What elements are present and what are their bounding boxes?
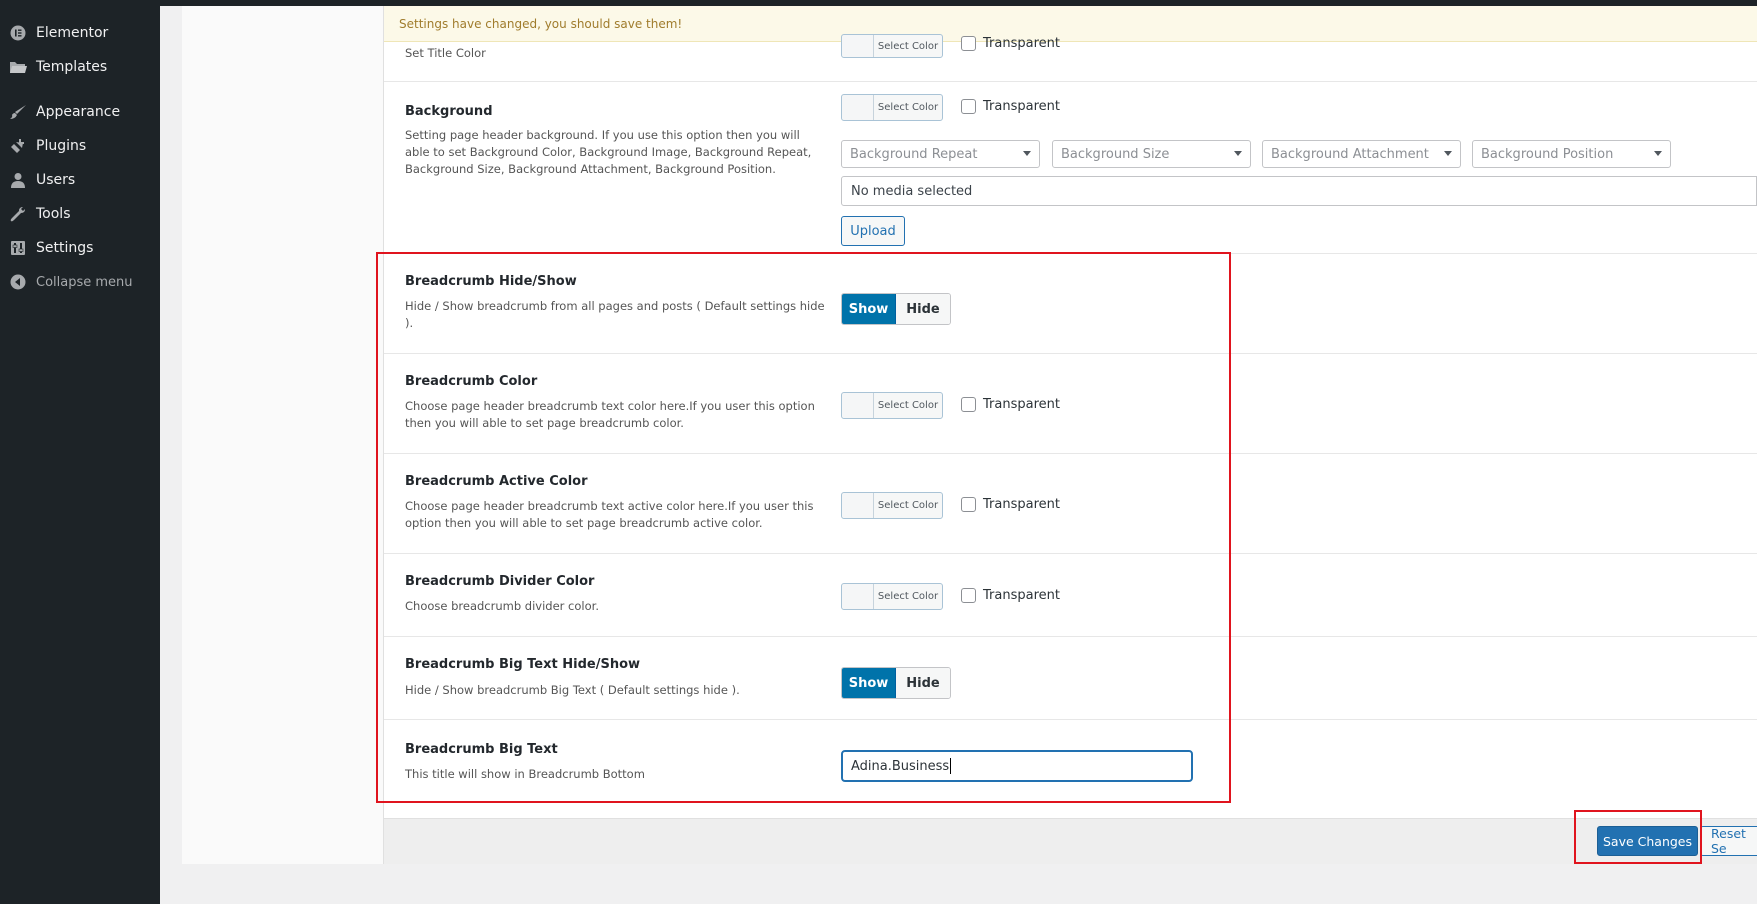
color-swatch bbox=[842, 95, 874, 120]
background-color-picker[interactable]: Select Color bbox=[841, 94, 943, 121]
chevron-down-icon bbox=[1234, 151, 1242, 156]
row-title: Background bbox=[405, 104, 493, 119]
collapse-menu-label: Collapse menu bbox=[36, 274, 133, 290]
background-repeat-select[interactable]: Background Repeat bbox=[841, 140, 1040, 168]
background-media-field[interactable]: No media selected bbox=[841, 176, 1757, 206]
sidebar-item-label: Settings bbox=[36, 240, 94, 256]
select-value: Background Repeat bbox=[850, 146, 978, 162]
select-value: Background Attachment bbox=[1271, 146, 1429, 162]
chevron-down-icon bbox=[1654, 151, 1662, 156]
save-button-highlight bbox=[1574, 810, 1702, 864]
admin-sidebar: Elementor Templates Appearance Plugins U… bbox=[0, 0, 160, 904]
checkbox-box bbox=[961, 36, 976, 51]
sidebar-item-label: Appearance bbox=[36, 104, 121, 120]
sidebar-item-label: Tools bbox=[36, 206, 71, 222]
wrench-icon bbox=[8, 204, 28, 224]
title-transparent-checkbox[interactable]: Transparent bbox=[961, 36, 1060, 51]
elementor-icon bbox=[8, 23, 28, 43]
plug-icon bbox=[8, 136, 28, 156]
row-desc: Setting page header background. If you u… bbox=[405, 128, 812, 176]
checkbox-label: Transparent bbox=[983, 99, 1060, 114]
folder-icon bbox=[8, 57, 28, 77]
sidebar-item-users[interactable]: Users bbox=[0, 164, 160, 196]
select-color-label: Select Color bbox=[877, 40, 939, 52]
color-swatch bbox=[842, 35, 874, 57]
sidebar-item-tools[interactable]: Tools bbox=[0, 198, 160, 230]
reset-section-button[interactable]: Reset Se bbox=[1700, 826, 1757, 856]
sidebar-item-templates[interactable]: Templates bbox=[0, 51, 160, 83]
settings-icon bbox=[8, 238, 28, 258]
row-background: Background Setting page header backgroun… bbox=[384, 82, 1757, 254]
row-set-title-color: Set Title Color Select Color Transparent bbox=[384, 34, 1757, 82]
chevron-down-icon bbox=[1444, 151, 1452, 156]
select-value: Background Position bbox=[1481, 146, 1614, 162]
background-size-select[interactable]: Background Size bbox=[1052, 140, 1251, 168]
paintbrush-icon bbox=[8, 102, 28, 122]
sidebar-item-plugins[interactable]: Plugins bbox=[0, 130, 160, 162]
options-left-column bbox=[182, 6, 384, 864]
user-icon bbox=[8, 170, 28, 190]
chevron-down-icon bbox=[1023, 151, 1031, 156]
settings-changed-notice: Settings have changed, you should save t… bbox=[384, 6, 1757, 42]
checkbox-box bbox=[961, 99, 976, 114]
collapse-arrow-icon bbox=[8, 272, 28, 292]
sidebar-item-label: Users bbox=[36, 172, 76, 188]
select-color-label: Select Color bbox=[877, 102, 939, 113]
options-footer bbox=[384, 818, 1757, 864]
upload-button[interactable]: Upload bbox=[841, 216, 905, 246]
row-desc: Set Title Color bbox=[405, 46, 486, 60]
sidebar-item-label: Elementor bbox=[36, 25, 109, 41]
breadcrumb-settings-highlight bbox=[376, 252, 1231, 803]
background-transparent-checkbox[interactable]: Transparent bbox=[961, 99, 1060, 114]
background-position-select[interactable]: Background Position bbox=[1472, 140, 1671, 168]
sidebar-item-appearance[interactable]: Appearance bbox=[0, 96, 160, 128]
collapse-menu-button[interactable]: Collapse menu bbox=[0, 266, 160, 298]
sidebar-item-settings[interactable]: Settings bbox=[0, 232, 160, 264]
sidebar-item-elementor[interactable]: Elementor bbox=[0, 17, 160, 49]
background-attachment-select[interactable]: Background Attachment bbox=[1262, 140, 1461, 168]
sidebar-item-label: Plugins bbox=[36, 138, 87, 154]
sidebar-item-label: Templates bbox=[36, 59, 108, 75]
checkbox-label: Transparent bbox=[983, 36, 1060, 51]
title-color-picker[interactable]: Select Color bbox=[841, 34, 943, 58]
select-value: Background Size bbox=[1061, 146, 1170, 162]
